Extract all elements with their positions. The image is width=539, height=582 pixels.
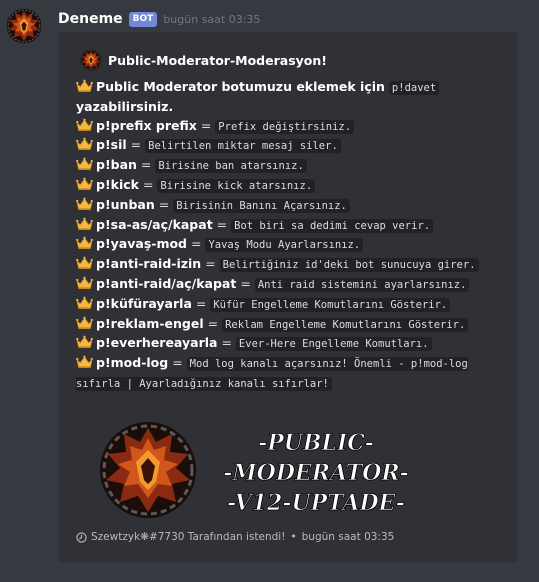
command-name: p!küfürayarla (96, 295, 192, 311)
command-name: p!prefix prefix (96, 117, 197, 133)
crown-emoji-icon (76, 296, 93, 310)
crown-emoji-icon (76, 217, 93, 231)
command-line: p!reklam-engel = Reklam Engelleme Komutl… (76, 315, 514, 335)
message-timestamp: bugün saat 03:35 (163, 12, 261, 26)
crown-emoji-icon (76, 335, 93, 349)
intro-text-2: yazabilirsiniz. (76, 98, 174, 114)
command-name: p!everhereayarla (96, 335, 218, 351)
embed-author-name: Public-Moderator-Moderasyon! (108, 52, 327, 68)
bot-tag: BOT (128, 11, 158, 27)
command-desc: Birisine kick atarsınız. (157, 178, 316, 193)
command-line: p!ban = Birisine ban atarsınız. (76, 156, 514, 176)
command-desc: Birisine ban atarsınız. (155, 159, 307, 174)
intro-line: Public Moderator botumuzu eklemek için p… (76, 78, 514, 117)
command-line: p!anti-raid/aç/kapat = Anti raid sistemi… (76, 275, 514, 295)
crown-emoji-icon (76, 137, 93, 151)
command-line: p!prefix prefix = Prefix değiştirsiniz. (76, 117, 514, 137)
command-desc: Yavaş Modu Ayarlarsınız. (205, 238, 364, 253)
crown-emoji-icon (76, 79, 93, 93)
embed-description: Public Moderator botumuzu eklemek için p… (76, 78, 514, 394)
crown-emoji-icon (76, 157, 93, 171)
command-desc: Reklam Engelleme Komutlarını Gösterir. (222, 317, 469, 332)
embed-author: Public-Moderator-Moderasyon! (80, 49, 327, 71)
command-name: p!yavaş-mod (96, 236, 188, 252)
command-name: p!sa-as/aç/kapat (96, 216, 213, 232)
flaming-shield-logo-icon (6, 8, 42, 44)
command-name: p!ban (96, 157, 137, 173)
command-line: p!sa-as/aç/kapat = Bot biri sa dedimi ce… (76, 216, 514, 236)
message-header: Deneme BOT bugün saat 03:35 (58, 9, 260, 29)
embed-footer: Szewtzyk❋#7730 Tarafından istendi! • bug… (76, 531, 394, 543)
command-line: p!anti-raid-izin = Belirtiğiniz id'deki … (76, 255, 514, 275)
footer-text: Szewtzyk❋#7730 Tarafından istendi! (91, 531, 286, 543)
crown-emoji-icon (76, 197, 93, 211)
footer-timestamp: bugün saat 03:35 (301, 531, 395, 543)
clock-icon (76, 531, 87, 543)
crown-emoji-icon (76, 256, 93, 270)
command-name: p!kick (96, 176, 139, 192)
crown-emoji-icon (76, 276, 93, 290)
command-name: p!reklam-engel (96, 315, 204, 331)
image-text-line: -V12-UPTADE- (227, 490, 405, 516)
image-text-line: -PUBLIC- (258, 430, 374, 456)
embed: Public-Moderator-Moderasyon! Public Mode… (58, 32, 518, 562)
command-name: p!unban (96, 196, 155, 212)
command-desc: Belirtilen miktar mesaj siler. (145, 139, 341, 154)
command-desc: Birisinin Banını Açarsınız. (173, 198, 350, 213)
command-desc: Prefix değiştirsiniz. (215, 119, 355, 134)
intro-code: p!davet (388, 81, 440, 95)
embed-image[interactable]: -PUBLIC- -MODERATOR- -V12-UPTADE- (76, 412, 426, 532)
crown-emoji-icon (76, 355, 93, 369)
modlog-command: p!mod-log (96, 355, 169, 371)
username[interactable]: Deneme (58, 11, 123, 27)
footer-separator: • (290, 531, 297, 543)
flaming-shield-logo-icon (100, 422, 196, 518)
command-line: p!küfürayarla = Küfür Engelleme Komutlar… (76, 295, 514, 315)
intro-text: Public Moderator botumuzu eklemek için (96, 79, 385, 94)
chat-message: Deneme BOT bugün saat 03:35 Public-Moder… (0, 0, 539, 582)
command-name: p!anti-raid-izin (96, 256, 202, 272)
command-name: p!sil (96, 137, 127, 153)
command-desc: Bot biri sa dedimi cevap verir. (231, 218, 434, 233)
command-desc: Ever-Here Engelleme Komutları. (235, 337, 432, 352)
command-line: p!kick = Birisine kick atarsınız. (76, 176, 514, 196)
modlog-line: p!mod-log = Mod log kanalı açarsınız! Ön… (76, 355, 468, 391)
command-line: p!sil = Belirtilen miktar mesaj siler. (76, 136, 514, 156)
command-desc: Anti raid sistemini ayarlarsınız. (254, 277, 470, 292)
crown-emoji-icon (76, 177, 93, 191)
avatar[interactable] (6, 8, 42, 44)
command-line: p!yavaş-mod = Yavaş Modu Ayarlarsınız. (76, 235, 514, 255)
command-line: p!everhereayarla = Ever-Here Engelleme K… (76, 334, 514, 354)
embed-author-logo-icon (80, 49, 102, 71)
crown-emoji-icon (76, 316, 93, 330)
command-desc: Belirtiğiniz id'deki bot sunucuya girer. (219, 258, 479, 273)
command-line: p!unban = Birisinin Banını Açarsınız. (76, 196, 514, 216)
crown-emoji-icon (76, 118, 93, 132)
image-text-line: -MODERATOR- (223, 460, 409, 486)
crown-emoji-icon (76, 236, 93, 250)
command-desc: Küfür Engelleme Komutlarını Gösterir. (210, 297, 451, 312)
command-name: p!anti-raid/aç/kapat (96, 275, 237, 291)
